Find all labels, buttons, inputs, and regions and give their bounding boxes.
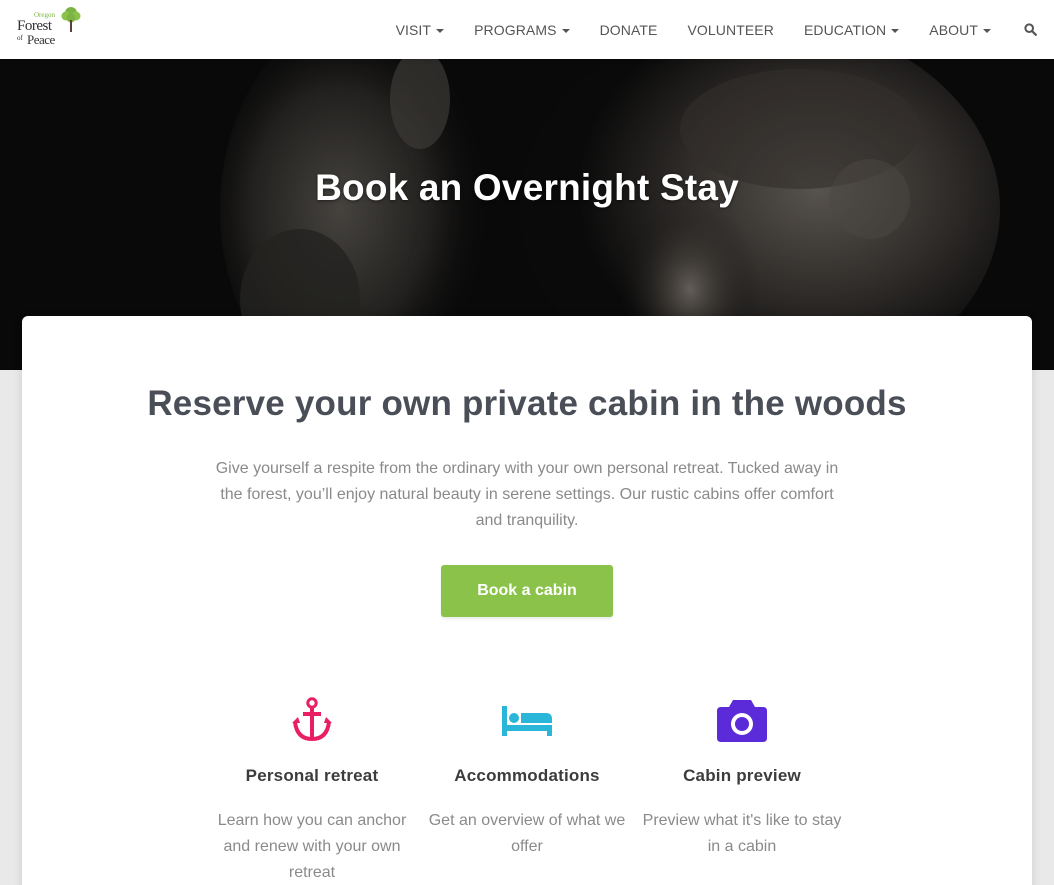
caret-down-icon (436, 28, 445, 33)
nav-item-label: ABOUT (929, 21, 978, 38)
anchor-icon (292, 697, 332, 742)
nav-item-label: EDUCATION (803, 21, 887, 38)
caret-down-icon (891, 28, 900, 33)
feature-description: Get an overview of what we offer (428, 812, 626, 855)
feature-title: Personal retreat (245, 766, 379, 785)
nav-item-programs[interactable]: PROGRAMS (459, 0, 584, 59)
nav-item-label: VOLUNTEER (687, 21, 774, 38)
feature-accommodations[interactable]: Accommodations Get an overview of what w… (427, 696, 627, 860)
page-title: Book an Overnight Stay (315, 167, 739, 208)
nav-item-donate[interactable]: DONATE (585, 0, 673, 59)
nav-item-volunteer[interactable]: VOLUNTEER (672, 0, 788, 59)
nav-item-about[interactable]: ABOUT (914, 0, 1006, 59)
bed-icon (502, 706, 552, 736)
site-logo[interactable]: Oregon Forest of Peace (16, 6, 82, 50)
navbar: Oregon Forest of Peace VISIT PROGRAMS DO… (0, 0, 1054, 59)
section-heading: Reserve your own private cabin in the wo… (147, 384, 907, 423)
nav-item-education[interactable]: EDUCATION (789, 0, 914, 59)
caret-down-icon (983, 28, 991, 33)
nav-item-label: PROGRAMS (474, 21, 557, 38)
feature-title: Cabin preview (683, 766, 801, 785)
feature-personal-retreat[interactable]: Personal retreat Learn how you can ancho… (212, 696, 412, 885)
feature-title: Accommodations (454, 766, 600, 785)
feature-description: Preview what it's like to stay in a cabi… (642, 812, 842, 855)
feature-description: Learn how you can anchor and renew with … (217, 812, 407, 881)
caret-down-icon (561, 28, 570, 33)
nav-item-label: DONATE (599, 21, 658, 38)
logo-peace-text: Peace (27, 32, 55, 47)
nav-item-visit[interactable]: VISIT (381, 0, 460, 59)
search-button[interactable] (1006, 0, 1054, 59)
camera-icon (717, 700, 767, 742)
book-cabin-button[interactable]: Book a cabin (441, 565, 613, 617)
logo-of-text: of (17, 34, 23, 42)
search-icon (1023, 23, 1037, 36)
intro-paragraph: Give yourself a respite from the ordinar… (215, 460, 839, 529)
main-menu: VISIT PROGRAMS DONATE VOLUNTEER EDUCATIO… (381, 0, 1054, 59)
nav-item-label: VISIT (395, 21, 432, 38)
content-card: Reserve your own private cabin in the wo… (22, 316, 1032, 885)
tree-icon (61, 7, 81, 32)
feature-cabin-preview[interactable]: Cabin preview Preview what it's like to … (642, 696, 842, 860)
